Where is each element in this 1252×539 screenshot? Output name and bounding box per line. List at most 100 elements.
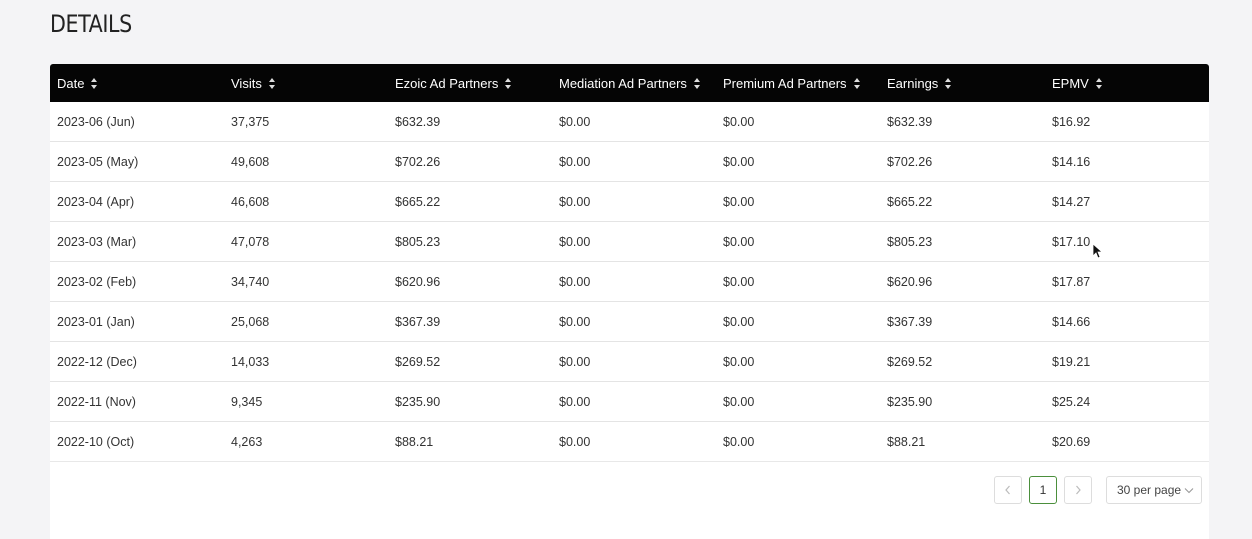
cell-premium-ad-partners: $0.00	[723, 234, 755, 249]
cell-epmv: $17.87	[1052, 274, 1091, 289]
cell-epmv: $14.27	[1052, 194, 1091, 209]
cell-premium-ad-partners: $0.00	[723, 314, 755, 329]
column-header-label: Earnings	[887, 75, 939, 91]
cell-earnings: $620.96	[887, 274, 933, 289]
cell-premium-ad-partners: $0.00	[723, 274, 755, 289]
cell-mediation-ad-partners: $0.00	[559, 314, 591, 329]
cell-date: 2022-12 (Dec)	[57, 354, 137, 369]
chevron-left-icon	[1005, 485, 1010, 495]
cell-mediation-ad-partners: $0.00	[559, 354, 591, 369]
table-row: 2023-01 (Jan) 25,068 $367.39 $0.00 $0.00…	[50, 302, 1209, 342]
table-row: 2022-10 (Oct) 4,263 $88.21 $0.00 $0.00 $…	[50, 422, 1209, 462]
cell-earnings: $702.26	[887, 154, 933, 169]
page-number-button[interactable]: 1	[1029, 476, 1057, 504]
cell-epmv: $25.24	[1052, 394, 1091, 409]
per-page-select[interactable]: 30 per page	[1106, 476, 1202, 504]
column-header-label: Ezoic Ad Partners	[395, 75, 499, 91]
cell-visits: 46,608	[231, 194, 270, 209]
cell-earnings: $269.52	[887, 354, 933, 369]
cell-epmv: $14.66	[1052, 314, 1091, 329]
table-row: 2023-04 (Apr) 46,608 $665.22 $0.00 $0.00…	[50, 182, 1209, 222]
pagination: 1 30 per page	[987, 476, 1202, 504]
cell-premium-ad-partners: $0.00	[723, 354, 755, 369]
table-row: 2023-02 (Feb) 34,740 $620.96 $0.00 $0.00…	[50, 262, 1209, 302]
page-title: DETAILS	[50, 10, 132, 38]
cell-visits: 49,608	[231, 154, 270, 169]
column-header-mediation-ad-partners[interactable]: Mediation Ad Partners	[552, 64, 716, 102]
table-row: 2023-03 (Mar) 47,078 $805.23 $0.00 $0.00…	[50, 222, 1209, 262]
cell-earnings: $665.22	[887, 194, 933, 209]
sort-icon[interactable]	[1095, 77, 1102, 89]
cell-premium-ad-partners: $0.00	[723, 154, 755, 169]
cell-premium-ad-partners: $0.00	[723, 394, 755, 409]
column-header-label: Visits	[231, 75, 262, 91]
cell-epmv: $20.69	[1052, 434, 1091, 449]
cell-premium-ad-partners: $0.00	[723, 194, 755, 209]
column-header-label: Date	[57, 75, 85, 91]
cell-earnings: $367.39	[887, 314, 933, 329]
sort-icon[interactable]	[268, 77, 275, 89]
sort-icon[interactable]	[693, 77, 700, 89]
cell-visits: 37,375	[231, 114, 270, 129]
cell-visits: 25,068	[231, 314, 270, 329]
cell-mediation-ad-partners: $0.00	[559, 154, 591, 169]
column-header-label: EPMV	[1052, 75, 1089, 91]
table-body: 2023-06 (Jun) 37,375 $632.39 $0.00 $0.00…	[50, 102, 1209, 462]
column-header-date[interactable]: Date	[50, 64, 224, 102]
cell-premium-ad-partners: $0.00	[723, 114, 755, 129]
cell-epmv: $16.92	[1052, 114, 1091, 129]
cell-mediation-ad-partners: $0.00	[559, 234, 591, 249]
cell-earnings: $805.23	[887, 234, 933, 249]
cell-ezoic-ad-partners: $620.96	[395, 274, 441, 289]
cell-ezoic-ad-partners: $269.52	[395, 354, 441, 369]
column-header-earnings[interactable]: Earnings	[880, 64, 1045, 102]
cell-mediation-ad-partners: $0.00	[559, 274, 591, 289]
column-header-label: Premium Ad Partners	[723, 75, 847, 91]
sort-icon[interactable]	[91, 77, 98, 89]
column-header-label: Mediation Ad Partners	[559, 75, 687, 91]
cell-ezoic-ad-partners: $367.39	[395, 314, 441, 329]
sort-icon[interactable]	[945, 77, 952, 89]
table-row: 2023-06 (Jun) 37,375 $632.39 $0.00 $0.00…	[50, 102, 1209, 142]
cell-visits: 34,740	[231, 274, 270, 289]
sort-icon[interactable]	[853, 77, 860, 89]
per-page-label: 30 per page	[1117, 483, 1182, 497]
cell-date: 2023-01 (Jan)	[57, 314, 135, 329]
cell-earnings: $632.39	[887, 114, 933, 129]
cell-date: 2023-02 (Feb)	[57, 274, 137, 289]
column-header-premium-ad-partners[interactable]: Premium Ad Partners	[716, 64, 880, 102]
details-table: Date Visits Ezoic Ad Partners Mediation …	[50, 64, 1209, 539]
mouse-cursor-icon	[1092, 243, 1102, 259]
column-header-ezoic-ad-partners[interactable]: Ezoic Ad Partners	[388, 64, 552, 102]
cell-visits: 47,078	[231, 234, 270, 249]
table-header: Date Visits Ezoic Ad Partners Mediation …	[50, 64, 1209, 102]
cell-premium-ad-partners: $0.00	[723, 434, 755, 449]
column-header-epmv[interactable]: EPMV	[1045, 64, 1205, 102]
cell-mediation-ad-partners: $0.00	[559, 394, 591, 409]
chevron-down-icon	[1184, 487, 1194, 493]
cell-date: 2023-04 (Apr)	[57, 194, 135, 209]
table-row: 2022-11 (Nov) 9,345 $235.90 $0.00 $0.00 …	[50, 382, 1209, 422]
prev-page-button[interactable]	[994, 476, 1022, 504]
cell-ezoic-ad-partners: $665.22	[395, 194, 441, 209]
column-header-visits[interactable]: Visits	[224, 64, 388, 102]
cell-epmv: $17.10	[1052, 234, 1091, 249]
cell-mediation-ad-partners: $0.00	[559, 194, 591, 209]
cell-date: 2023-03 (Mar)	[57, 234, 137, 249]
cell-epmv: $19.21	[1052, 354, 1091, 369]
cell-ezoic-ad-partners: $235.90	[395, 394, 441, 409]
cell-mediation-ad-partners: $0.00	[559, 114, 591, 129]
cell-ezoic-ad-partners: $805.23	[395, 234, 441, 249]
cell-ezoic-ad-partners: $632.39	[395, 114, 441, 129]
next-page-button[interactable]	[1064, 476, 1092, 504]
cell-ezoic-ad-partners: $702.26	[395, 154, 441, 169]
chevron-right-icon	[1076, 485, 1081, 495]
cell-ezoic-ad-partners: $88.21	[395, 434, 434, 449]
cell-date: 2023-06 (Jun)	[57, 114, 135, 129]
cell-earnings: $88.21	[887, 434, 926, 449]
sort-icon[interactable]	[505, 77, 512, 89]
cell-earnings: $235.90	[887, 394, 933, 409]
cell-visits: 4,263	[231, 434, 263, 449]
cell-date: 2022-10 (Oct)	[57, 434, 135, 449]
cell-epmv: $14.16	[1052, 154, 1091, 169]
